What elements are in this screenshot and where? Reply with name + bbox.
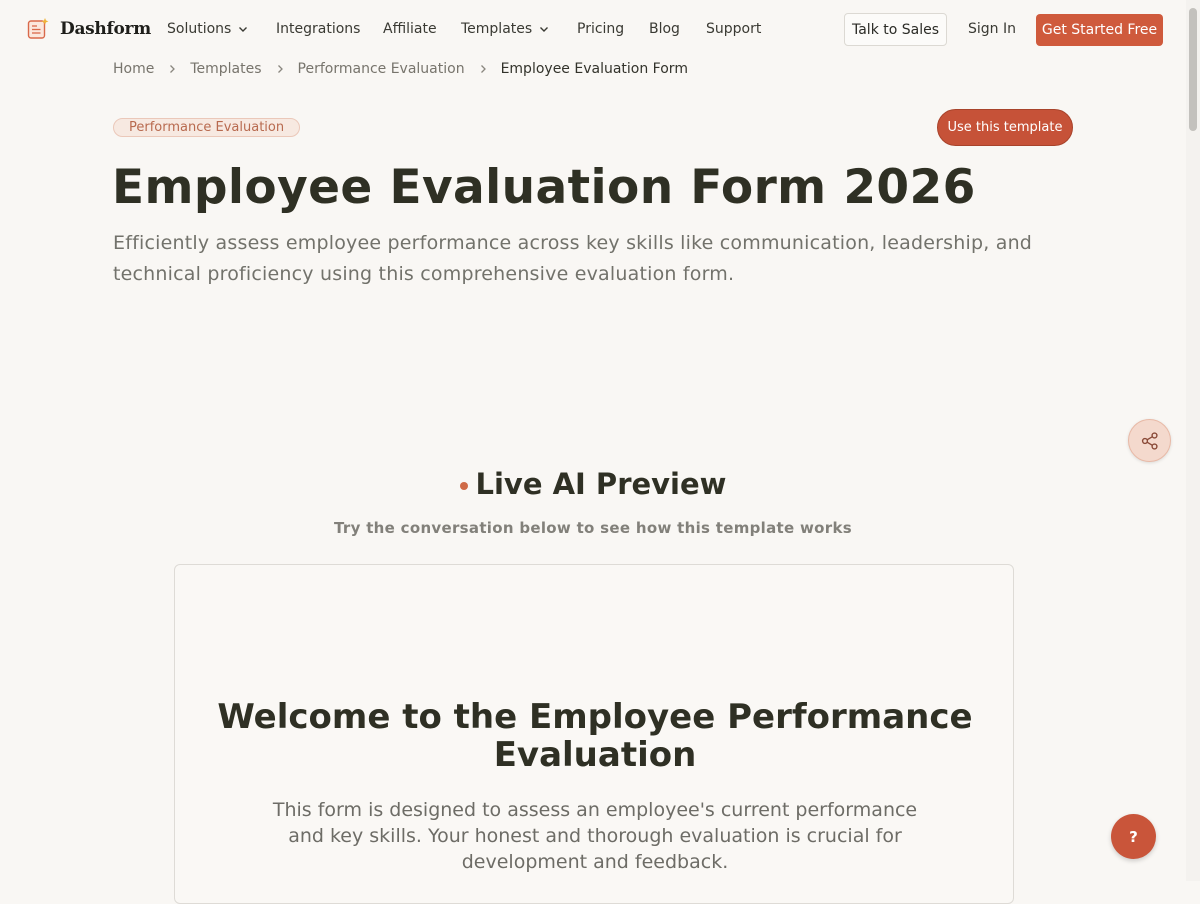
status-dot-icon — [459, 481, 468, 490]
share-button[interactable] — [1128, 419, 1171, 462]
nav-label: Templates — [461, 21, 533, 37]
page-scrollbar[interactable] — [1186, 0, 1200, 881]
brand[interactable]: Dashform — [26, 17, 151, 41]
get-started-button[interactable]: Get Started Free — [1036, 14, 1163, 46]
live-preview-card: Welcome to the Employee Performance Eval… — [174, 564, 1014, 904]
nav-support[interactable]: Support — [706, 21, 761, 37]
live-preview-heading: Live AI Preview — [0, 467, 1186, 501]
welcome-description: This form is designed to assess an emplo… — [272, 799, 918, 873]
nav-solutions[interactable]: Solutions — [167, 21, 249, 37]
nav-label: Affiliate — [383, 21, 437, 37]
breadcrumb-performance-evaluation[interactable]: Performance Evaluation — [298, 61, 465, 77]
use-template-button[interactable]: Use this template — [937, 109, 1073, 146]
chevron-right-icon — [277, 65, 283, 73]
chevron-right-icon — [480, 65, 486, 73]
welcome-title: Welcome to the Employee Performance Eval… — [217, 697, 973, 775]
chevron-down-icon — [239, 27, 248, 32]
breadcrumb-current-page: Employee Evaluation Form — [500, 61, 688, 77]
nav-label: Solutions — [167, 21, 232, 37]
page-title: Employee Evaluation Form 2026 — [112, 160, 976, 215]
help-button[interactable]: ? — [1111, 814, 1156, 859]
nav-integrations[interactable]: Integrations — [276, 21, 360, 37]
nav-pricing[interactable]: Pricing — [577, 21, 624, 37]
category-tag[interactable]: Performance Evaluation — [113, 118, 301, 137]
sign-in-link[interactable]: Sign In — [968, 21, 1016, 37]
nav-templates[interactable]: Templates — [461, 21, 550, 37]
chevron-right-icon — [170, 65, 176, 73]
nav-blog[interactable]: Blog — [649, 21, 680, 37]
talk-to-sales-button[interactable]: Talk to Sales — [844, 13, 947, 46]
scrollbar-thumb[interactable] — [1189, 8, 1197, 131]
breadcrumb: Home Templates Performance Evaluation Em… — [113, 61, 688, 77]
live-preview-title: Live AI Preview — [475, 467, 727, 501]
live-preview-subtitle: Try the conversation below to see how th… — [334, 519, 852, 537]
share-icon — [1141, 431, 1158, 450]
nav-label: Integrations — [276, 21, 361, 37]
brand-name: Dashform — [60, 19, 151, 39]
nav-label: Blog — [649, 21, 680, 37]
breadcrumb-home[interactable]: Home — [113, 61, 154, 77]
breadcrumb-templates[interactable]: Templates — [190, 61, 261, 77]
chevron-down-icon — [540, 27, 549, 32]
top-navigation: Dashform Solutions Integrations Affiliat… — [0, 0, 1186, 60]
nav-affiliate[interactable]: Affiliate — [383, 21, 437, 37]
form-sparkle-icon — [27, 18, 49, 39]
nav-label: Pricing — [577, 21, 625, 37]
nav-label: Support — [706, 21, 762, 37]
page-description: Efficiently assess employee performance … — [113, 232, 1033, 285]
